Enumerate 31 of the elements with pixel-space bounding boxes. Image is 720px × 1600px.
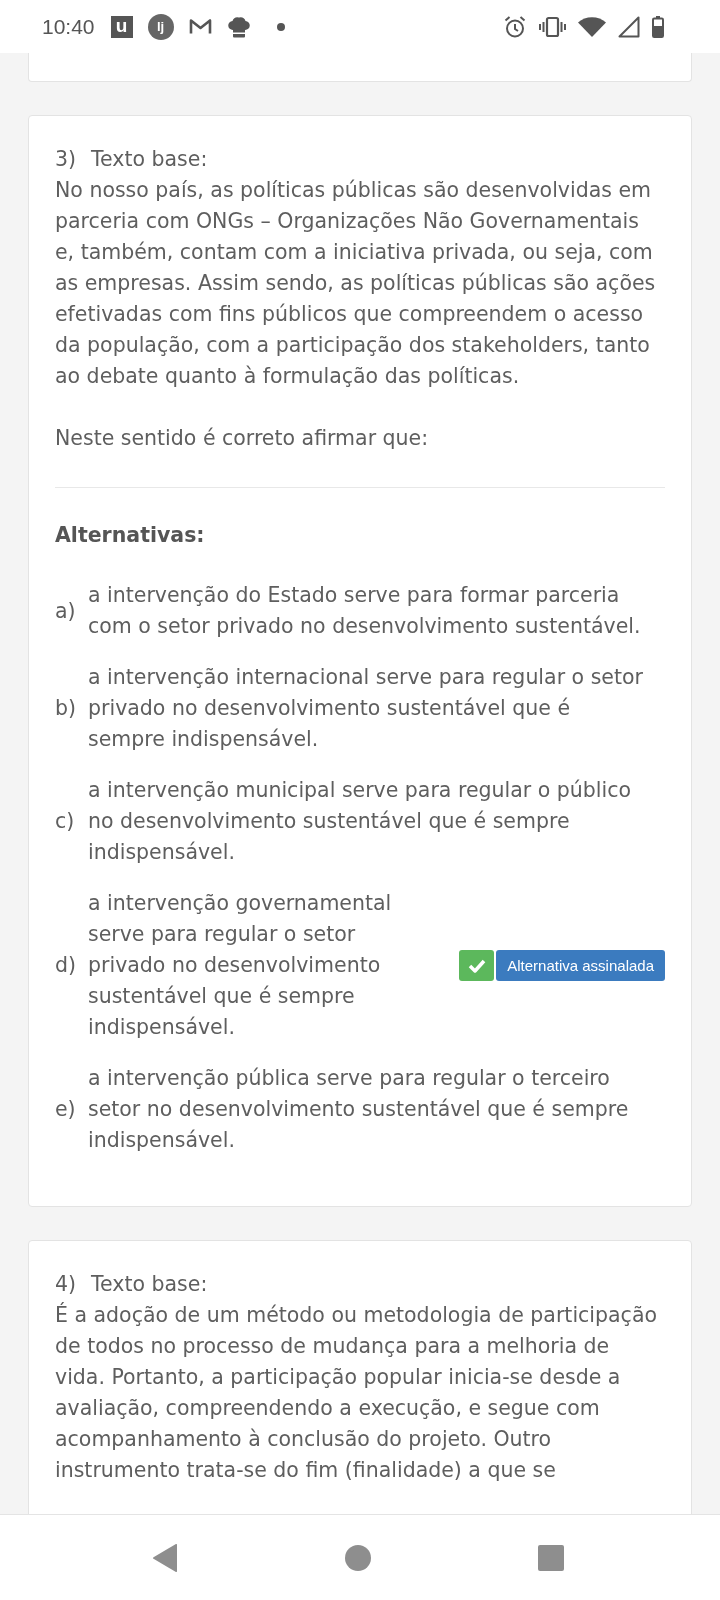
back-icon[interactable]	[152, 1543, 178, 1572]
home-icon[interactable]	[345, 1544, 371, 1571]
vibrate-icon	[539, 15, 566, 38]
battery-icon	[652, 15, 664, 38]
option-text: a intervenção do Estado serve para formar parceria com o setor privado no desenvolvimento sustentável.	[88, 582, 642, 640]
option-text: a intervenção municipal serve para regular o público no desenvolvimento sustentável que é sempre indispensável.	[88, 777, 633, 866]
chef-hat-icon	[226, 14, 251, 39]
recents-icon[interactable]	[538, 1544, 564, 1571]
wifi-icon	[578, 16, 606, 37]
status-label: Alternativa assinalada	[496, 950, 665, 981]
signal-icon	[618, 15, 640, 38]
option-letter: e)	[55, 1096, 77, 1123]
option-text: a intervenção internacional serve para regular o setor privado no desenvolvimento sustentável que é sempre indispensável.	[88, 664, 644, 753]
question-text: É a adoção de um método ou metodologia de participação de todos no processo de mudança para a melhoria de vida. Portanto, a participação popular inicia-se desde a avaliação, compreendendo a execução, e segue com acompanhamento à conclusão do projeto. Outro instrumento trata-se do fim (finalidade) a que se	[55, 1301, 658, 1484]
question-number: 3)	[55, 146, 78, 173]
mail-icon	[188, 18, 212, 35]
option-letter: c)	[55, 808, 76, 835]
option-letter: d)	[55, 952, 77, 979]
option-text: a intervenção governamental serve para regular o setor privado no desenvolvimento sustentável que é sempre indispensável.	[88, 890, 393, 1041]
option-letter: b)	[55, 695, 77, 722]
clock-time: 10:40	[42, 16, 95, 37]
question-prompt: Neste sentido é correto afirmar que:	[55, 425, 430, 452]
question-heading: Texto base:	[91, 1271, 208, 1298]
option-text: a intervenção pública serve para regular o terceiro setor no desenvolvimento sustentável que é sempre indispensável.	[88, 1065, 630, 1154]
section-heading: Alternativas:	[55, 522, 206, 549]
question-heading: Texto base:	[91, 146, 208, 173]
option-letter: a)	[55, 597, 77, 625]
question-text: No nosso país, as políticas públicas são desenvolvidas em parceria com ONGs – Organizações Não Governamentais e, também, contam com a iniciativa privada, ou seja, com as empresas. Assim sendo, as políticas públicas são ações efetivadas com fins públicos que compreendem o acesso da população, com a participação dos stakeholders, tanto ao debate quanto à formulação das políticas.	[55, 177, 657, 390]
alarm-clock-icon	[503, 14, 527, 39]
letter-tile-icon: u	[110, 15, 133, 38]
question-number: 4)	[55, 1271, 78, 1298]
